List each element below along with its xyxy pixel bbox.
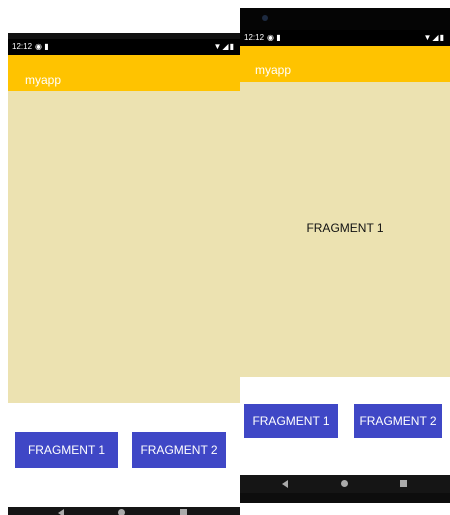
home-icon[interactable]	[118, 509, 125, 515]
camera-icon	[262, 15, 268, 21]
fragment-label: FRAGMENT 1	[306, 221, 384, 235]
app-toolbar: myapp	[8, 55, 240, 91]
left-phone-screen: 12:12 ◉ ▮ ▼◢▮ myapp FRAGMENT 1 FRAGMENT …	[8, 33, 240, 515]
status-signal-battery-icons: ▼◢▮	[213, 42, 235, 51]
fragment-1-button[interactable]: FRAGMENT 1	[15, 432, 118, 468]
fragment-2-button[interactable]: FRAGMENT 2	[132, 432, 226, 468]
status-bar: 12:12 ◉ ▮ ▼◢▮	[8, 39, 240, 55]
camera-cutout	[240, 8, 450, 30]
back-icon[interactable]	[282, 480, 288, 488]
fragment-container	[8, 91, 240, 403]
status-signal-battery-icons: ▼◢▮	[423, 33, 445, 42]
fragment-container: FRAGMENT 1	[240, 82, 450, 377]
fragment-2-button[interactable]: FRAGMENT 2	[354, 404, 442, 438]
app-title: myapp	[25, 73, 62, 87]
fragment-1-button[interactable]: FRAGMENT 1	[244, 404, 338, 438]
status-bar: 12:12 ◉ ▮ ▼◢▮	[240, 30, 450, 46]
home-icon[interactable]	[341, 480, 348, 487]
status-notification-icons: ◉ ▮	[35, 42, 49, 51]
button-bar: FRAGMENT 1 FRAGMENT 2	[8, 403, 240, 507]
app-toolbar: myapp	[240, 46, 450, 82]
status-time: 12:12	[244, 33, 265, 42]
navigation-bar	[8, 507, 240, 515]
button-bar: FRAGMENT 1 FRAGMENT 2	[240, 377, 450, 475]
navigation-bar	[240, 475, 450, 493]
status-time: 12:12	[12, 42, 33, 51]
app-title: myapp	[255, 63, 292, 77]
right-phone-screen: 12:12 ◉ ▮ ▼◢▮ myapp FRAGMENT 1 FRAGMENT …	[240, 8, 450, 503]
back-icon[interactable]	[58, 509, 64, 515]
recents-icon[interactable]	[400, 480, 407, 487]
status-notification-icons: ◉ ▮	[267, 33, 281, 42]
recents-icon[interactable]	[180, 509, 187, 515]
